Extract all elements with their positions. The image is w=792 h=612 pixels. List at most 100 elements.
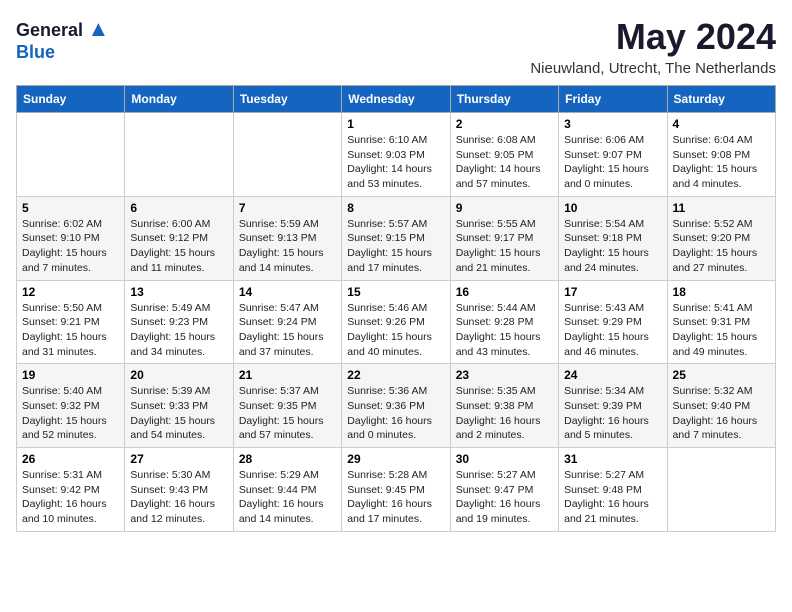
title-block: May 2024 Nieuwland, Utrecht, The Netherl… (530, 16, 776, 77)
weekday-header-monday: Monday (125, 86, 233, 113)
calendar-cell: 12 Sunrise: 5:50 AMSunset: 9:21 PMDayligh… (17, 280, 125, 364)
day-info: Sunrise: 5:44 AMSunset: 9:28 PMDaylight:… (456, 301, 553, 360)
day-info: Sunrise: 5:34 AMSunset: 9:39 PMDaylight:… (564, 384, 661, 443)
calendar-cell: 17 Sunrise: 5:43 AMSunset: 9:29 PMDayligh… (559, 280, 667, 364)
day-number: 29 (347, 452, 444, 466)
day-number: 13 (130, 285, 227, 299)
day-number: 8 (347, 201, 444, 215)
month-year-title: May 2024 (530, 16, 776, 58)
day-number: 26 (22, 452, 119, 466)
calendar-cell: 18 Sunrise: 5:41 AMSunset: 9:31 PMDayligh… (667, 280, 775, 364)
logo-blue: Blue (16, 42, 55, 62)
calendar-cell: 28 Sunrise: 5:29 AMSunset: 9:44 PMDayligh… (233, 448, 341, 532)
calendar-cell (233, 113, 341, 197)
day-info: Sunrise: 6:08 AMSunset: 9:05 PMDaylight:… (456, 133, 553, 192)
day-info: Sunrise: 5:57 AMSunset: 9:15 PMDaylight:… (347, 217, 444, 276)
day-info: Sunrise: 5:47 AMSunset: 9:24 PMDaylight:… (239, 301, 336, 360)
day-number: 7 (239, 201, 336, 215)
day-number: 16 (456, 285, 553, 299)
calendar-cell: 22Sunrise: 5:36 AMSunset: 9:36 PMDayligh… (342, 364, 450, 448)
day-number: 5 (22, 201, 119, 215)
calendar-cell: 26 Sunrise: 5:31 AMSunset: 9:42 PMDayligh… (17, 448, 125, 532)
calendar-week-3: 12 Sunrise: 5:50 AMSunset: 9:21 PMDayligh… (17, 280, 776, 364)
day-info: Sunrise: 5:31 AMSunset: 9:42 PMDaylight:… (22, 468, 119, 527)
day-number: 22 (347, 368, 444, 382)
day-number: 15 (347, 285, 444, 299)
day-number: 30 (456, 452, 553, 466)
calendar-cell: 29 Sunrise: 5:28 AMSunset: 9:45 PMDayligh… (342, 448, 450, 532)
calendar-cell: 25Sunrise: 5:32 AMSunset: 9:40 PMDayligh… (667, 364, 775, 448)
day-info: Sunrise: 5:30 AMSunset: 9:43 PMDaylight:… (130, 468, 227, 527)
day-number: 6 (130, 201, 227, 215)
calendar-week-2: 5 Sunrise: 6:02 AMSunset: 9:10 PMDaylight… (17, 196, 776, 280)
calendar-cell: 20 Sunrise: 5:39 AMSunset: 9:33 PMDayligh… (125, 364, 233, 448)
day-info: Sunrise: 5:40 AMSunset: 9:32 PMDaylight:… (22, 384, 119, 443)
day-info: Sunrise: 6:04 AMSunset: 9:08 PMDaylight:… (673, 133, 770, 192)
day-number: 31 (564, 452, 661, 466)
day-info: Sunrise: 5:43 AMSunset: 9:29 PMDaylight:… (564, 301, 661, 360)
weekday-header-tuesday: Tuesday (233, 86, 341, 113)
logo-bird-icon: ▲ (88, 16, 110, 41)
calendar-week-1: 1 Sunrise: 6:10 AMSunset: 9:03 PMDaylight… (17, 113, 776, 197)
calendar-cell: 8 Sunrise: 5:57 AMSunset: 9:15 PMDaylight… (342, 196, 450, 280)
day-number: 23 (456, 368, 553, 382)
day-number: 18 (673, 285, 770, 299)
calendar-cell (667, 448, 775, 532)
weekday-header-sunday: Sunday (17, 86, 125, 113)
day-number: 3 (564, 117, 661, 131)
day-number: 19 (22, 368, 119, 382)
day-info: Sunrise: 5:32 AMSunset: 9:40 PMDaylight:… (673, 384, 770, 443)
day-info: Sunrise: 6:02 AMSunset: 9:10 PMDaylight:… (22, 217, 119, 276)
calendar-cell: 24 Sunrise: 5:34 AMSunset: 9:39 PMDayligh… (559, 364, 667, 448)
day-info: Sunrise: 5:35 AMSunset: 9:38 PMDaylight:… (456, 384, 553, 443)
day-number: 21 (239, 368, 336, 382)
calendar-cell: 16 Sunrise: 5:44 AMSunset: 9:28 PMDayligh… (450, 280, 558, 364)
calendar-cell: 7Sunrise: 5:59 AMSunset: 9:13 PMDaylight… (233, 196, 341, 280)
calendar-cell (125, 113, 233, 197)
day-info: Sunrise: 5:46 AMSunset: 9:26 PMDaylight:… (347, 301, 444, 360)
day-info: Sunrise: 6:10 AMSunset: 9:03 PMDaylight:… (347, 133, 444, 192)
calendar-cell: 23 Sunrise: 5:35 AMSunset: 9:38 PMDayligh… (450, 364, 558, 448)
day-info: Sunrise: 5:39 AMSunset: 9:33 PMDaylight:… (130, 384, 227, 443)
calendar-week-5: 26 Sunrise: 5:31 AMSunset: 9:42 PMDayligh… (17, 448, 776, 532)
day-info: Sunrise: 5:50 AMSunset: 9:21 PMDaylight:… (22, 301, 119, 360)
calendar-header-row: SundayMondayTuesdayWednesdayThursdayFrid… (17, 86, 776, 113)
day-info: Sunrise: 5:52 AMSunset: 9:20 PMDaylight:… (673, 217, 770, 276)
day-number: 28 (239, 452, 336, 466)
day-info: Sunrise: 5:28 AMSunset: 9:45 PMDaylight:… (347, 468, 444, 527)
calendar-cell: 6Sunrise: 6:00 AMSunset: 9:12 PMDaylight… (125, 196, 233, 280)
day-number: 17 (564, 285, 661, 299)
day-info: Sunrise: 5:37 AMSunset: 9:35 PMDaylight:… (239, 384, 336, 443)
day-number: 27 (130, 452, 227, 466)
weekday-header-saturday: Saturday (667, 86, 775, 113)
calendar-cell (17, 113, 125, 197)
calendar-cell: 9Sunrise: 5:55 AMSunset: 9:17 PMDaylight… (450, 196, 558, 280)
calendar-cell: 31 Sunrise: 5:27 AMSunset: 9:48 PMDayligh… (559, 448, 667, 532)
logo-general: General (16, 20, 83, 40)
day-number: 1 (347, 117, 444, 131)
calendar-cell: 15 Sunrise: 5:46 AMSunset: 9:26 PMDayligh… (342, 280, 450, 364)
day-info: Sunrise: 5:27 AMSunset: 9:48 PMDaylight:… (564, 468, 661, 527)
day-info: Sunrise: 5:29 AMSunset: 9:44 PMDaylight:… (239, 468, 336, 527)
calendar-cell: 4Sunrise: 6:04 AMSunset: 9:08 PMDaylight… (667, 113, 775, 197)
weekday-header-wednesday: Wednesday (342, 86, 450, 113)
day-number: 24 (564, 368, 661, 382)
day-number: 11 (673, 201, 770, 215)
calendar-cell: 10 Sunrise: 5:54 AMSunset: 9:18 PMDayligh… (559, 196, 667, 280)
calendar-cell: 5 Sunrise: 6:02 AMSunset: 9:10 PMDaylight… (17, 196, 125, 280)
calendar-cell: 19 Sunrise: 5:40 AMSunset: 9:32 PMDayligh… (17, 364, 125, 448)
day-info: Sunrise: 5:55 AMSunset: 9:17 PMDaylight:… (456, 217, 553, 276)
day-number: 12 (22, 285, 119, 299)
calendar-cell: 14Sunrise: 5:47 AMSunset: 9:24 PMDayligh… (233, 280, 341, 364)
calendar-cell: 30Sunrise: 5:27 AMSunset: 9:47 PMDayligh… (450, 448, 558, 532)
day-info: Sunrise: 5:41 AMSunset: 9:31 PMDaylight:… (673, 301, 770, 360)
day-number: 20 (130, 368, 227, 382)
day-info: Sunrise: 6:06 AMSunset: 9:07 PMDaylight:… (564, 133, 661, 192)
logo: General ▲ Blue (16, 16, 109, 63)
day-number: 2 (456, 117, 553, 131)
weekday-header-thursday: Thursday (450, 86, 558, 113)
calendar-week-4: 19 Sunrise: 5:40 AMSunset: 9:32 PMDayligh… (17, 364, 776, 448)
day-number: 10 (564, 201, 661, 215)
day-info: Sunrise: 5:54 AMSunset: 9:18 PMDaylight:… (564, 217, 661, 276)
calendar-cell: 3 Sunrise: 6:06 AMSunset: 9:07 PMDaylight… (559, 113, 667, 197)
